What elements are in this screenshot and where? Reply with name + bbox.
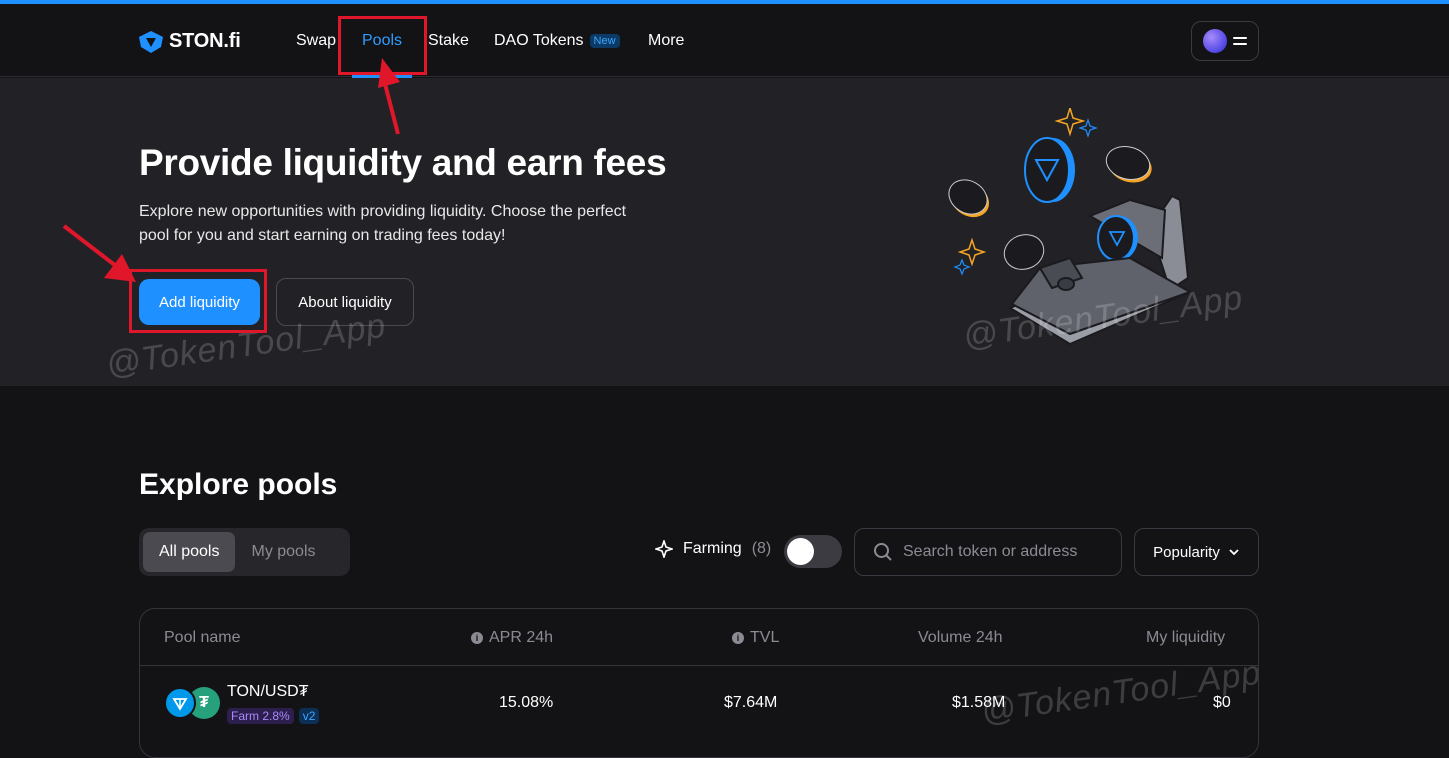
- sort-dropdown[interactable]: Popularity: [1134, 528, 1259, 576]
- token-pair-icons: ₮: [164, 687, 220, 721]
- apr-value: 15.08%: [499, 694, 554, 711]
- search-input[interactable]: [903, 543, 1113, 561]
- header-pool-name[interactable]: Pool name: [164, 629, 241, 647]
- hero-banner: Provide liquidity and earn fees Explore …: [0, 78, 1449, 386]
- header-tvl-label: TVL: [750, 629, 780, 646]
- hero-title: Provide liquidity and earn fees: [139, 142, 667, 183]
- nav-swap[interactable]: Swap: [296, 32, 336, 50]
- sort-label: Popularity: [1153, 543, 1220, 561]
- toggle-knob: [787, 538, 814, 565]
- tvl-value: $7.64M: [724, 694, 778, 711]
- nav-dao-tokens[interactable]: DAO Tokens New: [494, 32, 620, 50]
- hero-subtitle: Explore new opportunities with providing…: [139, 203, 627, 244]
- top-navigation: STON.fi Swap Pools Stake DAO Tokens New M…: [0, 4, 1449, 78]
- avatar: [1203, 29, 1227, 53]
- pools-table: Pool name i APR 24h i TVL Volume 24h My …: [139, 608, 1259, 758]
- nav-stake[interactable]: Stake: [428, 32, 469, 50]
- logo[interactable]: STON.fi: [139, 30, 241, 53]
- farm-tag: Farm 2.8%: [227, 708, 294, 724]
- search-icon: [874, 543, 892, 561]
- account-menu-button[interactable]: [1191, 21, 1259, 61]
- header-apr[interactable]: i APR 24h: [471, 629, 553, 647]
- ston-logo-icon: [139, 30, 163, 53]
- explore-pools-title: Explore pools: [139, 468, 338, 501]
- new-badge: New: [589, 33, 620, 48]
- header-tvl[interactable]: i TVL: [732, 629, 779, 647]
- header-my-liquidity[interactable]: My liquidity: [1146, 629, 1225, 647]
- farming-toggle[interactable]: [784, 535, 842, 568]
- nav-more[interactable]: More: [648, 32, 684, 50]
- red-arrow-icon: [378, 58, 400, 135]
- nav-dao-tokens-label: DAO Tokens: [494, 32, 584, 49]
- table-header: Pool name i APR 24h i TVL Volume 24h My …: [140, 609, 1258, 666]
- pair-name: TON/USD₮: [227, 683, 309, 700]
- tab-my-pools[interactable]: My pools: [235, 532, 331, 572]
- menu-icon: [1233, 37, 1247, 45]
- chevron-down-icon: [1229, 549, 1239, 556]
- add-liquidity-highlight-box: [129, 269, 267, 333]
- version-tag: v2: [298, 708, 320, 724]
- farming-count: (8): [751, 540, 772, 557]
- header-volume[interactable]: Volume 24h: [918, 629, 1003, 647]
- logo-text: STON.fi: [169, 30, 241, 52]
- pair-tags: Farm 2.8% v2: [227, 708, 320, 724]
- info-icon[interactable]: i: [471, 632, 483, 644]
- farming-label: Farming: [683, 540, 742, 557]
- pool-filter-tabs: All pools My pools: [139, 528, 350, 576]
- sparkle-icon: [655, 540, 673, 558]
- farming-filter: Farming (8): [655, 540, 771, 558]
- header-apr-label: APR 24h: [489, 629, 554, 646]
- search-box: [854, 528, 1122, 576]
- red-arrow-icon: [62, 224, 136, 282]
- ton-icon: [164, 687, 196, 719]
- info-icon[interactable]: i: [732, 632, 744, 644]
- tab-all-pools[interactable]: All pools: [143, 532, 236, 572]
